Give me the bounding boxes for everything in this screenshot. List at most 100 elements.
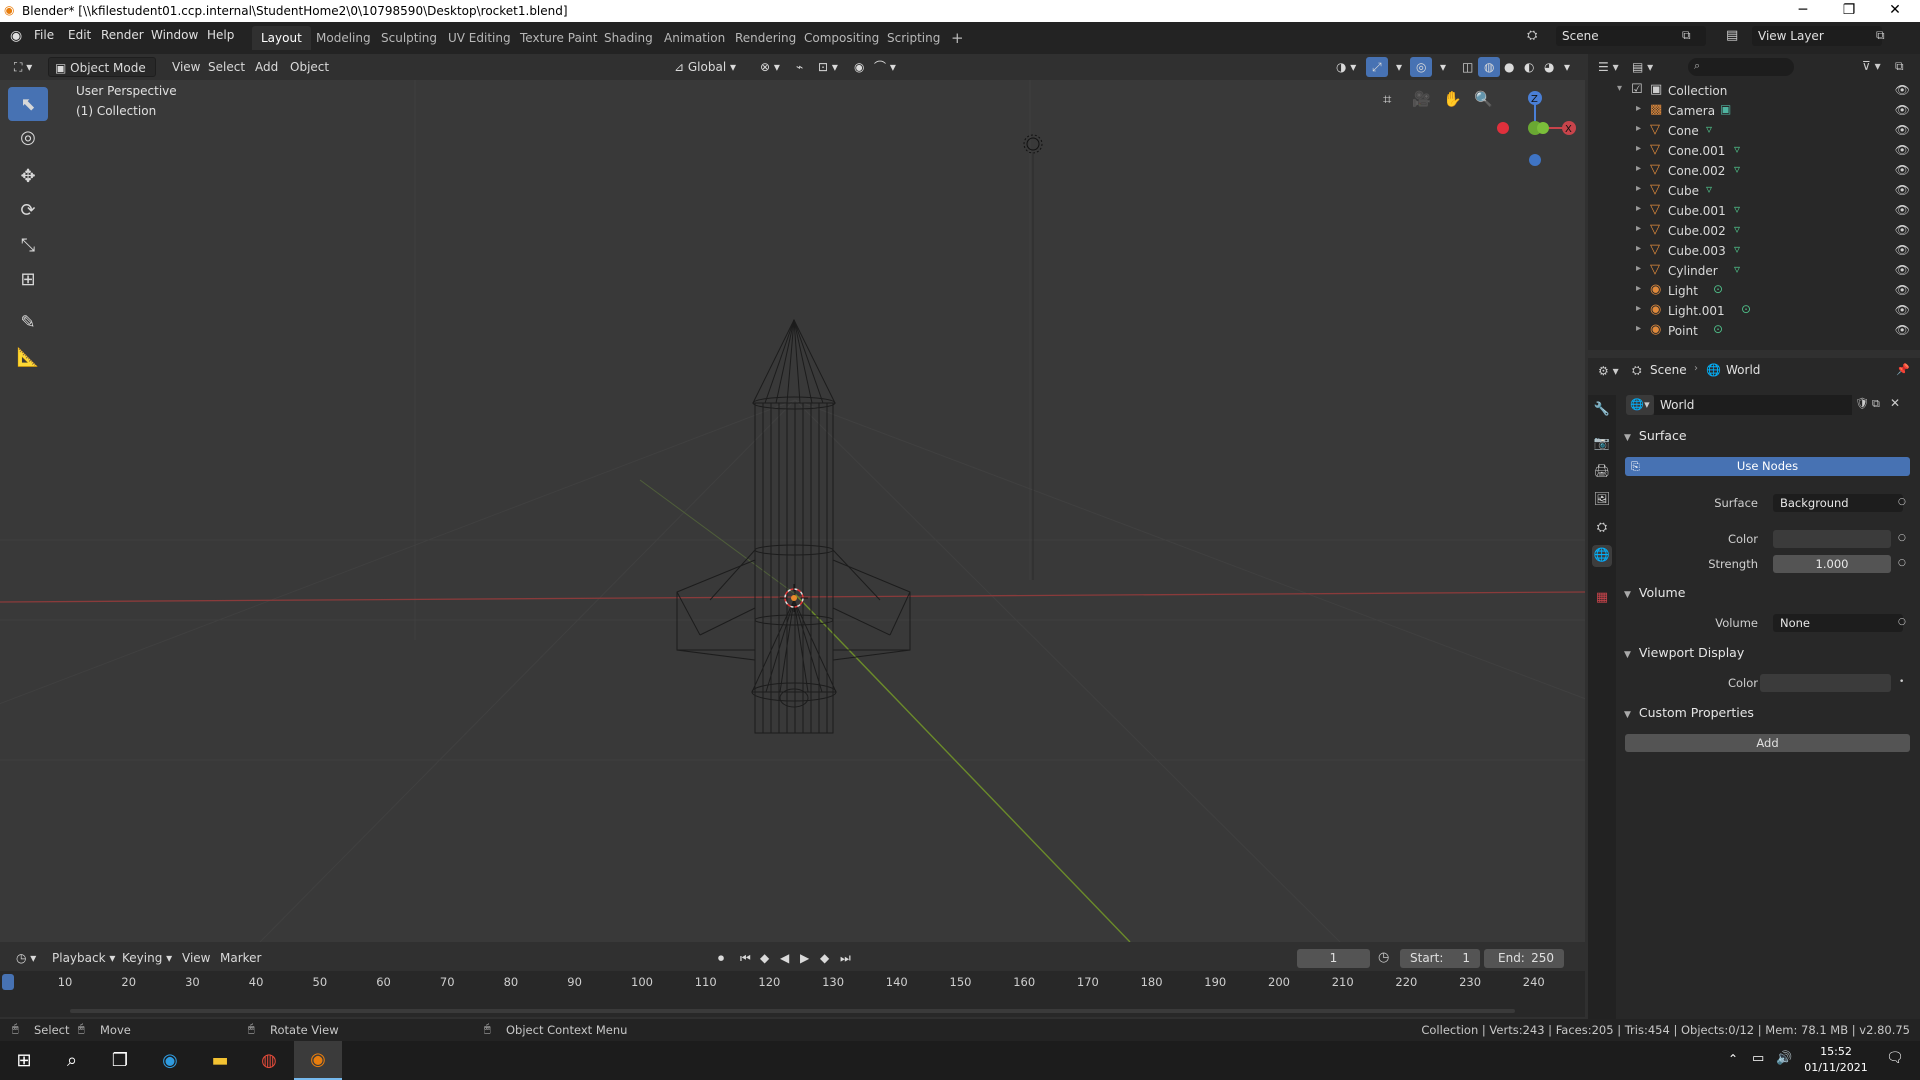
- expand-icon[interactable]: ▸: [1636, 303, 1641, 314]
- scene-tab-icon[interactable]: ⛭: [1592, 517, 1612, 539]
- falloff-icon[interactable]: ⌒ ▾: [868, 57, 902, 77]
- gizmo-dropdown-icon[interactable]: ▾: [1390, 57, 1408, 77]
- viewport-display-panel-header[interactable]: ▼ Viewport Display: [1624, 645, 1914, 667]
- orientation-selector[interactable]: ⊿ Global ▾: [668, 57, 742, 77]
- pan-view-icon[interactable]: ✋: [1443, 90, 1462, 108]
- expand-icon[interactable]: ▸: [1636, 263, 1641, 274]
- viewport-color-dot[interactable]: •: [1899, 677, 1904, 687]
- world-name-field[interactable]: World: [1654, 395, 1852, 415]
- menu-window[interactable]: Window: [151, 28, 198, 42]
- timeline-editor-type-icon[interactable]: ◷ ▾: [10, 948, 42, 968]
- outliner-item[interactable]: ▸ ◉ Point ⊙ 👁: [1588, 321, 1920, 341]
- expand-icon[interactable]: ▸: [1636, 103, 1641, 114]
- mesh-data-icon[interactable]: ▿: [1734, 262, 1740, 276]
- visibility-eye-icon[interactable]: 👁: [1895, 83, 1910, 97]
- menu-file[interactable]: File: [34, 28, 54, 42]
- outliner-collection-row[interactable]: ▾ ☑ ▣ Collection 👁: [1588, 81, 1920, 101]
- timeline-area[interactable]: 0102030405060708090100110120130140150160…: [0, 971, 1585, 1017]
- menu-help[interactable]: Help: [207, 28, 234, 42]
- mesh-data-icon[interactable]: ▿: [1706, 122, 1712, 136]
- tab-layout[interactable]: Layout: [252, 26, 311, 50]
- duplicate-world-icon[interactable]: ⧉: [1872, 397, 1880, 411]
- volume-link-dot[interactable]: ○: [1898, 617, 1906, 627]
- mesh-data-icon[interactable]: ▿: [1734, 202, 1740, 216]
- color-link-dot[interactable]: ○: [1898, 533, 1906, 543]
- end-frame-field[interactable]: End: 250: [1484, 949, 1564, 968]
- checkbox-icon[interactable]: ☑: [1631, 82, 1643, 97]
- expand-icon[interactable]: ▸: [1636, 123, 1641, 134]
- tab-shading[interactable]: Shading: [595, 26, 662, 50]
- visibility-eye-icon[interactable]: 👁: [1895, 223, 1910, 237]
- outliner-item[interactable]: ▸ ▽ Cube.002 ▿ 👁: [1588, 221, 1920, 241]
- collapse-icon[interactable]: ▾: [1617, 83, 1622, 94]
- search-icon[interactable]: ⌕: [48, 1041, 96, 1080]
- surface-panel-header[interactable]: ▼ Surface: [1624, 428, 1914, 450]
- strength-link-dot[interactable]: ○: [1898, 558, 1906, 568]
- tab-rendering[interactable]: Rendering: [726, 26, 805, 50]
- scale-tool-icon[interactable]: ⤡: [8, 228, 48, 262]
- world-color-swatch[interactable]: [1773, 530, 1891, 548]
- play-reverse-icon[interactable]: ◀: [774, 948, 795, 968]
- menu-add[interactable]: Add: [249, 57, 284, 77]
- taskbar-date[interactable]: 01/11/2021: [1800, 1061, 1872, 1074]
- measure-tool-icon[interactable]: 📐: [8, 340, 48, 374]
- new-scene-icon[interactable]: ⧉: [1682, 28, 1691, 43]
- cursor-tool-icon[interactable]: ◎: [8, 120, 48, 154]
- chrome-browser-icon[interactable]: ◍: [245, 1041, 293, 1080]
- light-data-icon[interactable]: ⊙: [1713, 322, 1723, 336]
- world-browse-icon[interactable]: 🌐▾: [1626, 395, 1654, 415]
- mesh-data-icon[interactable]: ▿: [1734, 222, 1740, 236]
- task-view-icon[interactable]: ❐: [96, 1041, 144, 1080]
- tab-uv-editing[interactable]: UV Editing: [439, 26, 520, 50]
- expand-icon[interactable]: ▸: [1636, 243, 1641, 254]
- maximize-button[interactable]: ❐: [1826, 0, 1872, 22]
- light-data-icon[interactable]: ⊙: [1713, 282, 1723, 296]
- menu-keying[interactable]: Keying ▾: [116, 948, 178, 968]
- surface-shader-field[interactable]: Background: [1773, 494, 1903, 512]
- mesh-data-icon[interactable]: ▿: [1734, 242, 1740, 256]
- record-icon[interactable]: ⏺: [712, 948, 730, 968]
- visibility-eye-icon[interactable]: 👁: [1895, 263, 1910, 277]
- select-box-tool-icon[interactable]: ⬉: [8, 87, 48, 121]
- visibility-eye-icon[interactable]: 👁: [1895, 103, 1910, 117]
- menu-timeline-view[interactable]: View: [176, 948, 216, 968]
- mesh-data-icon[interactable]: ▿: [1734, 142, 1740, 156]
- tab-texture-paint[interactable]: Texture Paint: [511, 26, 606, 50]
- mesh-data-icon[interactable]: ▿: [1706, 182, 1712, 196]
- expand-icon[interactable]: ▸: [1636, 223, 1641, 234]
- display-mode-icon[interactable]: ▤ ▾: [1632, 60, 1653, 74]
- playhead[interactable]: [2, 974, 14, 990]
- 3d-viewport[interactable]: User Perspective (1) Collection ⌗ 🎥 ✋ 🔍 …: [0, 80, 1585, 942]
- menu-select[interactable]: Select: [202, 57, 251, 77]
- tab-scripting[interactable]: Scripting: [878, 26, 949, 50]
- mesh-data-icon[interactable]: ▿: [1734, 162, 1740, 176]
- expand-icon[interactable]: ▸: [1636, 143, 1641, 154]
- tool-tab-icon[interactable]: 🔧: [1592, 399, 1612, 421]
- pin-icon[interactable]: 📌: [1896, 363, 1910, 376]
- outliner-item[interactable]: ▸ ▽ Cone ▿ 👁: [1588, 121, 1920, 141]
- visibility-eye-icon[interactable]: 👁: [1895, 183, 1910, 197]
- unlink-world-icon[interactable]: ✕: [1890, 396, 1900, 410]
- tab-sculpting[interactable]: Sculpting: [372, 26, 446, 50]
- rotate-tool-icon[interactable]: ⟳: [8, 193, 48, 227]
- camera-data-icon[interactable]: ▣: [1720, 102, 1731, 116]
- volume-shader-field[interactable]: None: [1773, 614, 1903, 632]
- view-layer-selector[interactable]: View Layer: [1752, 26, 1882, 46]
- add-workspace-button[interactable]: +: [942, 26, 973, 50]
- add-property-button[interactable]: Add: [1625, 734, 1910, 752]
- menu-marker[interactable]: Marker: [214, 948, 267, 968]
- file-explorer-icon[interactable]: ▬: [196, 1041, 244, 1080]
- navigation-gizmo[interactable]: Z X: [1490, 84, 1580, 169]
- outliner-item[interactable]: ▸ ▽ Cube ▿ 👁: [1588, 181, 1920, 201]
- snap-icon[interactable]: ⌁: [790, 57, 809, 77]
- expand-icon[interactable]: ▸: [1636, 203, 1641, 214]
- tab-compositing[interactable]: Compositing: [795, 26, 888, 50]
- pivot-icon[interactable]: ⊗ ▾: [754, 57, 786, 77]
- outliner-item[interactable]: ▸ ▽ Cone.001 ▿ 👁: [1588, 141, 1920, 161]
- texture-tab-icon[interactable]: ▦: [1592, 587, 1612, 609]
- new-collection-icon[interactable]: ⧉: [1895, 59, 1904, 74]
- properties-editor-type-icon[interactable]: ⚙ ▾: [1598, 364, 1619, 378]
- menu-render[interactable]: Render: [101, 28, 144, 42]
- taskbar-clock[interactable]: 15:52: [1806, 1045, 1866, 1058]
- menu-edit[interactable]: Edit: [68, 28, 91, 42]
